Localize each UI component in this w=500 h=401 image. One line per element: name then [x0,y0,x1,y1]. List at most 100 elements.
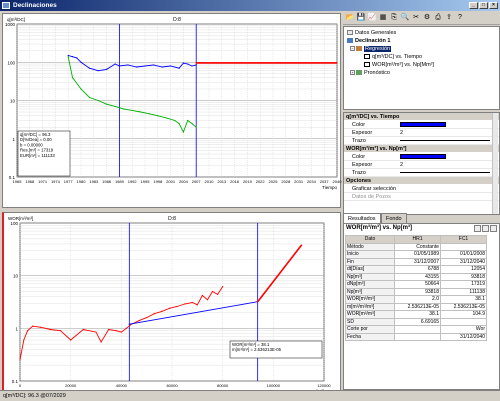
tree-item-wor-vs-np[interactable]: WOR[m³/m³] vs. Np[Mm³] [364,62,434,69]
data-point [196,304,198,306]
tab-fondo[interactable]: Fondo [381,213,407,223]
row-label: dNp[m³] [345,280,395,289]
chart-icon[interactable]: 📈 [367,13,377,23]
export-table-icon[interactable] [482,225,489,232]
row-label: Método [345,242,395,251]
find-icon[interactable]: 🔍 [400,13,410,23]
row-label: Np[m³] [345,287,395,296]
chart-title: D:8 [173,17,181,23]
prop-header-opciones[interactable]: Opciones [344,177,499,185]
prop-header-wor-vs-np[interactable]: WOR[m³/m³] vs. Np[m³] [344,145,499,153]
table-icon[interactable]: ▦ [378,13,388,23]
prop-header-q-vs-tiempo[interactable]: q[m³/DC] vs. Tiempo [344,113,499,121]
cut-icon[interactable]: ✂ [411,13,421,23]
x-tick-label: 0 [19,383,22,388]
table-row[interactable]: WOR[m³/m³] 2.0 38.1 [345,295,487,304]
table-row[interactable]: WOR[m³/m³] 38.1 104.9 [345,310,487,319]
row-label: Inicio [345,250,395,259]
cell-value: 2.536213E-05 [394,302,441,311]
save-icon[interactable]: 💾 [356,13,366,23]
x-tick-label: 1977 [64,179,74,184]
prop-trazo-row[interactable]: Trazo [344,137,499,145]
table-row[interactable]: Método Constante [345,242,487,251]
prop-espesor-row[interactable]: Espesor 2 [344,161,499,169]
x-axis-label: Tiempo [322,185,337,190]
cell-value: 2.0 [394,295,441,304]
y-tick-label: 1 [15,326,18,331]
x-tick-label: 1968 [25,179,35,184]
prop-trazo-row[interactable]: Trazo [344,169,499,177]
table-row[interactable]: Inicio 01/05/1989 01/01/2008 [345,250,487,259]
forecast-icon [356,70,362,76]
props-scrollbar[interactable] [492,113,498,214]
data-point [32,325,34,327]
data-point [59,330,62,332]
data-point [217,293,219,296]
col-header-dato[interactable]: Dato [345,235,395,244]
data-point [67,54,69,57]
wor-vs-np-chart[interactable]: 100 10 1 0.1 0 20000 40000 60000 80000 100000 1200… [2,212,341,398]
open-folder-icon[interactable]: 📂 [345,13,355,23]
data-point [195,126,197,128]
prop-color-row[interactable]: Color [344,153,499,161]
maximize-button[interactable]: □ [479,2,488,9]
x-tick-label: 1992 [128,179,138,184]
x-tick-label: 1995 [141,179,151,184]
collapse-icon[interactable]: − [350,46,355,52]
settings-icon[interactable]: ⚙ [422,13,432,23]
data-point [95,331,97,333]
print-table-icon[interactable] [490,225,497,232]
color-swatch[interactable] [400,154,446,159]
cell-value: 43155 [394,272,441,281]
prop-color-row[interactable]: Color [344,121,499,129]
table-row[interactable]: Np[m³] 43155 93818 [345,272,487,281]
x-tick-label: 1965 [13,179,23,184]
cell-value: 50664 [394,280,441,289]
table-row[interactable]: Corte por Wor [345,325,487,334]
row-label: SD [345,317,395,326]
tree-item-pronostico[interactable]: + Pronóstico [350,70,390,77]
data-point [114,105,116,108]
line-style-sample[interactable] [400,140,490,141]
copy-table-icon[interactable] [474,225,481,232]
x-tick-label: 60000 [166,383,178,388]
data-point [135,66,138,68]
tab-resultados[interactable]: Resultados [343,213,381,223]
table-row[interactable]: m[m³/m³/m³] 2.536213E-05 2.536213E-05 [345,302,487,311]
data-point [176,305,178,308]
close-button[interactable]: × [489,2,498,9]
rate-vs-time-chart[interactable]: 1000 100 10 1 0.1 1965 1968 1971 1974 1977 1980 198… [2,13,342,208]
tree-item-declinacion-1[interactable]: Declinación 1 [347,38,390,45]
table-row[interactable]: SD 6.69165 [345,317,487,326]
cell-value: 31/12/2040 [440,332,487,341]
side-panel: 📂 💾 📈 ▦ ⎘ 🔍 ✂ ⚙ ⎙ ⇪ ? Datos Generales De… [343,11,500,390]
prop-espesor-row[interactable]: Espesor 2 [344,129,499,137]
help-icon[interactable]: ? [455,13,465,23]
table-row[interactable]: dNp[m³] 50664 17319 [345,280,487,289]
table-row[interactable]: Fin 31/12/2007 31/12/2040 [345,257,487,266]
plot-icon [364,54,370,60]
table-row[interactable]: dt[Días] 6788 12054 [345,265,487,274]
copy-icon[interactable]: ⎘ [389,13,399,23]
print-icon[interactable]: ⎙ [433,13,443,23]
col-header-hr1[interactable]: HR1 [394,235,441,244]
data-point [80,61,82,63]
table-row[interactable]: Fecha 31/12/2040 [345,332,487,341]
minimize-button[interactable]: _ [469,2,478,9]
cell-value [440,242,487,251]
col-header-fc1[interactable]: FC1 [440,235,487,244]
data-point [165,117,167,119]
tree-item-q-vs-tiempo[interactable]: q[m³/DC] vs. Tiempo [364,54,422,61]
tree-item-datos-generales[interactable]: Datos Generales [347,30,396,37]
data-point [97,70,99,72]
status-bar: q[m³/DC]: 96.3 @07/2029 [0,390,500,401]
line-style-sample[interactable] [400,172,490,173]
export-icon[interactable]: ⇪ [444,13,454,23]
tree-item-regresion[interactable]: − Regresión [350,46,392,53]
data-point [106,68,108,71]
expand-icon[interactable]: + [350,70,355,76]
table-row[interactable]: Np[m³] 93818 111138 [345,287,487,296]
charts-pane: 1000 100 10 1 0.1 1965 1968 1971 1974 1977 1980 198… [0,11,342,398]
prop-graficar-row[interactable]: Graficar selección [344,185,499,193]
color-swatch[interactable] [400,122,446,127]
